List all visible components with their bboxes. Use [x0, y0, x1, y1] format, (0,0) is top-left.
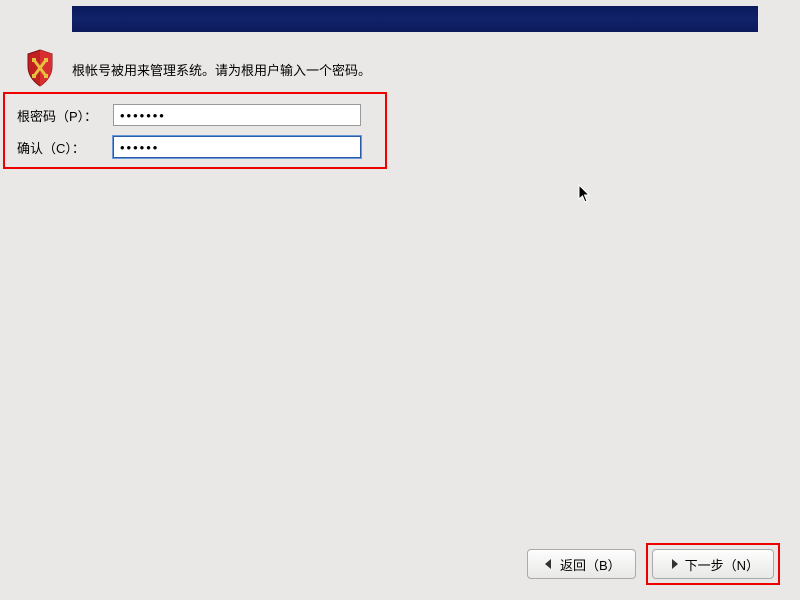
- confirm-label: 确认（C）：: [17, 138, 113, 157]
- back-button[interactable]: 返回（B）: [527, 549, 636, 579]
- shield-icon: [24, 48, 56, 91]
- description-text: 根帐号被用来管理系统。请为根用户输入一个密码。: [72, 60, 371, 79]
- arrow-left-icon: [542, 557, 556, 571]
- next-button[interactable]: 下一步（N）: [652, 549, 774, 579]
- password-row: 根密码（P）：: [17, 104, 373, 126]
- next-button-highlight: 下一步（N）: [646, 543, 780, 585]
- confirm-row: 确认（C）：: [17, 136, 373, 158]
- password-label: 根密码（P）：: [17, 106, 113, 125]
- next-button-label: 下一步（N）: [685, 555, 759, 574]
- confirm-input[interactable]: [113, 136, 361, 158]
- password-form: 根密码（P）： 确认（C）：: [3, 92, 387, 169]
- arrow-right-icon: [667, 557, 681, 571]
- header-bar: [72, 6, 758, 32]
- mouse-cursor: [578, 184, 592, 204]
- footer-buttons: 返回（B） 下一步（N）: [527, 543, 780, 585]
- back-button-label: 返回（B）: [560, 555, 621, 574]
- password-input[interactable]: [113, 104, 361, 126]
